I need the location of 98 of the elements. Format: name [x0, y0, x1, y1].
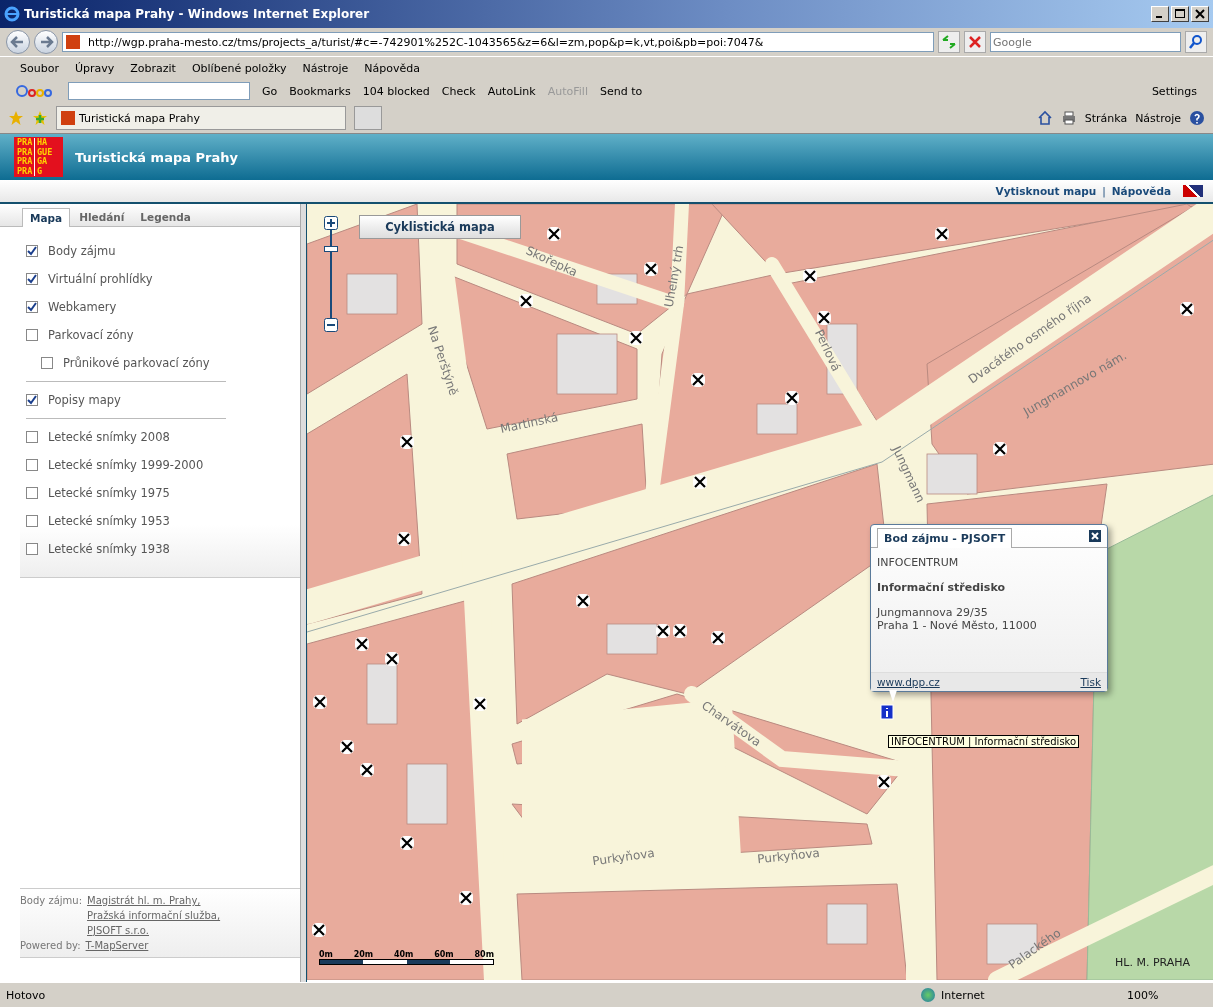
checkbox[interactable] — [26, 301, 38, 313]
poi-address: Jungmannova 29/35 — [877, 606, 989, 619]
checkbox[interactable] — [26, 245, 38, 257]
header-link[interactable]: Vytisknout mapu — [995, 185, 1097, 197]
command-button[interactable]: Nástroje — [1135, 111, 1181, 125]
status-text: Hotovo — [6, 988, 46, 1002]
go-button[interactable]: Go — [262, 84, 278, 98]
checkbox[interactable] — [26, 487, 38, 499]
sidebar-tab[interactable]: Hledání — [72, 208, 132, 226]
layer-label[interactable]: Virtuální prohlídky — [48, 272, 153, 286]
street-label: Purkyňova — [591, 845, 656, 869]
credit-link[interactable]: Pražská informační služba, — [87, 910, 221, 921]
credit-link[interactable]: T-MapServer — [85, 940, 149, 951]
menu-item[interactable]: Oblíbené položky — [191, 61, 287, 75]
cycling-map-button[interactable]: Cyklistická mapa — [359, 215, 521, 239]
checkbox[interactable] — [26, 329, 38, 341]
browser-logo-icon — [4, 6, 20, 22]
checkbox[interactable] — [26, 543, 38, 555]
refresh-button[interactable] — [938, 31, 960, 53]
layer-label[interactable]: Průnikové parkovací zóny — [63, 356, 210, 370]
close-button[interactable] — [1191, 6, 1209, 22]
info-point-icon[interactable] — [880, 704, 894, 720]
street-label: Purkyňova — [756, 845, 821, 867]
checkbox[interactable] — [41, 357, 53, 369]
toolbar-button[interactable]: 104 blocked — [362, 84, 430, 98]
map-copyright: HL. M. PRAHA — [1115, 956, 1191, 969]
globe-icon — [921, 988, 935, 1002]
credit-link[interactable]: PJSOFT s.r.o. — [87, 925, 221, 936]
forward-button[interactable] — [34, 30, 58, 54]
scale-label: 0m — [319, 950, 333, 959]
scale-label: 40m — [393, 950, 414, 959]
layer-label[interactable]: Letecké snímky 1975 — [48, 486, 170, 500]
sidebar-tab[interactable]: Legenda — [133, 208, 198, 226]
toolbar-button[interactable]: Bookmarks — [289, 84, 351, 98]
layer-label[interactable]: Body zájmu — [48, 244, 116, 258]
layer-label[interactable]: Popisy mapy — [48, 393, 121, 407]
scale-label: 20m — [353, 950, 374, 959]
prague-logo: PRA HA PRA GUE PRA GA PRA G — [14, 137, 63, 177]
address-field[interactable]: http://wgp.praha-mesto.cz/tms/projects_a/turist/#c=-742901%252C-1043565&z=6&l=zm,pop&p=k,vt,poi&pb=poi:7047& — [62, 32, 934, 52]
menu-item[interactable]: Soubor — [20, 61, 59, 75]
checkbox[interactable] — [26, 273, 38, 285]
website-link[interactable]: www.dpp.cz — [877, 676, 940, 688]
zoom-out-button[interactable] — [324, 318, 338, 332]
back-button[interactable] — [6, 30, 30, 54]
layer-label[interactable]: Webkamery — [48, 300, 117, 314]
header-link[interactable]: Nápověda — [1111, 185, 1171, 197]
panel-splitter[interactable] — [300, 204, 307, 982]
toolbar-search-field[interactable] — [68, 82, 250, 100]
checkbox[interactable] — [26, 431, 38, 443]
poi-category: INFOCENTRUM — [877, 556, 960, 569]
settings-button[interactable]: Settings — [1151, 84, 1197, 98]
sidebar-tab[interactable]: Mapa — [22, 208, 71, 227]
menu-item[interactable]: Nápověda — [364, 61, 420, 75]
print-link[interactable]: Tisk — [1080, 676, 1101, 688]
credits-label: Powered by: — [20, 940, 81, 951]
scale-label: 80m — [474, 950, 494, 959]
maximize-button[interactable] — [1171, 6, 1189, 22]
scale-label: 60m — [434, 950, 454, 959]
checkbox[interactable] — [26, 459, 38, 471]
credits-label: Body zájmu: — [20, 895, 83, 908]
search-button[interactable] — [1185, 31, 1207, 53]
checkbox[interactable] — [26, 394, 38, 406]
link-separator: | — [1102, 185, 1106, 197]
help-icon[interactable] — [1189, 110, 1205, 126]
security-zone: Internet — [941, 988, 986, 1002]
zoom-in-button[interactable] — [324, 216, 338, 230]
home-icon[interactable] — [1036, 110, 1053, 126]
popup-tab[interactable]: Bod zájmu - PJSOFT — [877, 528, 1013, 548]
tooltip: INFOCENTRUM | Informační středisko — [888, 735, 1080, 748]
toolbar-button[interactable]: Check — [441, 84, 476, 98]
layer-label[interactable]: Letecké snímky 1938 — [48, 542, 170, 556]
command-button[interactable]: Stránka — [1084, 111, 1128, 125]
layer-label[interactable]: Letecké snímky 2008 — [48, 430, 170, 444]
site-title: Turistická mapa Prahy — [75, 149, 238, 165]
poi-address: Praha 1 - Nové Město, 11000 — [877, 619, 1038, 632]
street-label: Uhelný trh — [661, 244, 687, 309]
search-field[interactable]: Google — [990, 32, 1181, 52]
window-title: Turistická mapa Prahy - Windows Internet Explorer — [24, 7, 370, 21]
layer-label[interactable]: Letecké snímky 1953 — [48, 514, 170, 528]
stop-button[interactable] — [964, 31, 986, 53]
poi-name: Informační středisko — [877, 581, 1006, 594]
menu-item[interactable]: Nástroje — [302, 61, 349, 75]
minimize-button[interactable] — [1151, 6, 1169, 22]
favorites-star-icon[interactable] — [8, 110, 24, 126]
menu-item[interactable]: Úpravy — [74, 61, 115, 75]
close-icon[interactable] — [1089, 530, 1101, 542]
layer-label[interactable]: Parkovací zóny — [48, 328, 134, 342]
layer-label[interactable]: Letecké snímky 1999-2000 — [48, 458, 204, 472]
menu-item[interactable]: Zobrazit — [130, 61, 176, 75]
flag-icon[interactable] — [1183, 185, 1203, 197]
popup-pointer — [889, 690, 897, 702]
checkbox[interactable] — [26, 515, 38, 527]
credit-link[interactable]: Magistrát hl. m. Prahy, — [87, 895, 221, 906]
zoom-level[interactable]: 100% — [1127, 988, 1207, 1002]
toolbar-button[interactable]: Send to — [599, 84, 643, 98]
toolbar-button[interactable]: AutoLink — [487, 84, 536, 98]
printer-icon[interactable] — [1060, 110, 1077, 126]
browser-tab[interactable]: Turistická mapa Prahy — [56, 106, 346, 130]
